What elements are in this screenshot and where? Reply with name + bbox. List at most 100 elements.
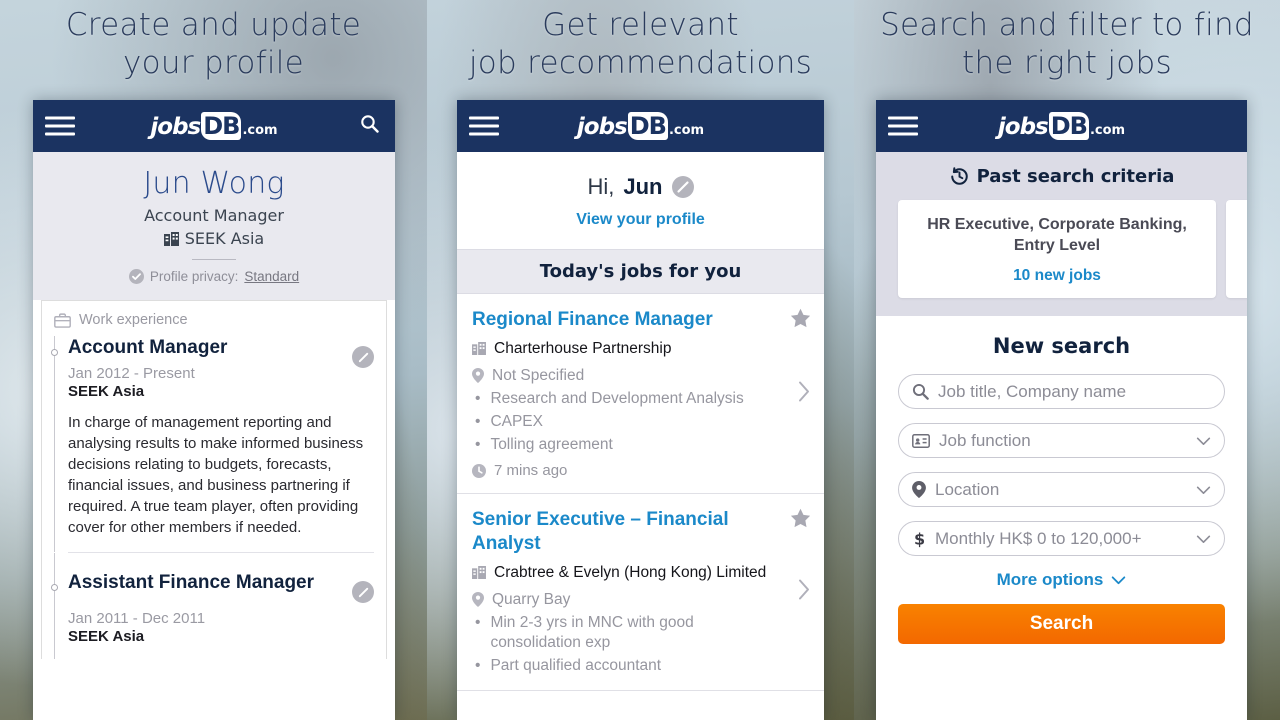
- job-bullet: • Research and Development Analysis: [472, 389, 784, 409]
- experience-dates: Jan 2011 - Dec 2011: [68, 610, 206, 627]
- search-select-job-function-placeholder: Job function: [939, 430, 1031, 450]
- timeline-dot: [51, 349, 58, 356]
- history-clock-icon: [949, 166, 970, 187]
- jobsdb-logo: jobs DB .com: [150, 112, 278, 140]
- hamburger-menu-icon[interactable]: [45, 112, 75, 141]
- logo-text-db: DB: [627, 112, 668, 140]
- search-button[interactable]: Search: [898, 604, 1225, 644]
- logo-text-jobs: jobs: [997, 114, 1049, 140]
- job-function-icon: [912, 433, 930, 448]
- app-navbar: jobs DB .com: [457, 100, 824, 152]
- panel-heading-2: Get relevant job recommendations: [427, 6, 854, 82]
- chevron-right-icon[interactable]: [797, 579, 811, 606]
- bullet-dot: •: [475, 413, 481, 430]
- profile-privacy[interactable]: Profile privacy: Standard: [43, 269, 385, 284]
- chevron-down-icon[interactable]: [1196, 529, 1211, 549]
- experience-description: In charge of management reporting and an…: [68, 414, 364, 536]
- panel-heading-1: Create and update your profile: [0, 6, 427, 82]
- job-location: Not Specified: [492, 367, 585, 384]
- job-title[interactable]: Senior Executive – Financial Analyst: [472, 508, 784, 556]
- new-search-title: New search: [992, 334, 1131, 358]
- more-options-label: More options: [996, 570, 1104, 589]
- logo-text-db: DB: [1048, 112, 1089, 140]
- promo-panel-search: Search and filter to find the right jobs…: [854, 0, 1280, 720]
- job-card[interactable]: Regional Finance Manager Charterhouse Pa…: [457, 294, 824, 494]
- panel-heading-3-line1: Search and filter to find: [880, 7, 1254, 43]
- chevron-right-icon[interactable]: [797, 380, 811, 407]
- past-search-card-list: HR Executive, Corporate Banking, Entry L…: [876, 200, 1247, 298]
- profile-name: Jun Wong: [143, 166, 285, 201]
- panel-heading-2-line2: job recommendations: [468, 45, 813, 81]
- profile-company-name: SEEK Asia: [184, 229, 265, 248]
- search-input-keyword[interactable]: Job title, Company name: [898, 374, 1225, 409]
- greeting-block: Hi, Jun View your profile: [457, 152, 824, 249]
- search-icon: [912, 383, 929, 400]
- profile-header: Jun Wong Account Manager SEEK Asia Profi: [33, 152, 395, 300]
- past-search-title: Past search criteria: [976, 166, 1175, 187]
- save-job-star-icon[interactable]: [790, 508, 811, 533]
- view-profile-link[interactable]: View your profile: [467, 211, 814, 229]
- app-navbar: jobs DB .com: [876, 100, 1247, 152]
- past-search-section: Past search criteria HR Executive, Corpo…: [876, 152, 1247, 316]
- experience-title: Assistant Finance Manager: [68, 572, 315, 593]
- panel-heading-2-line1: Get relevant: [542, 7, 739, 43]
- greeting-name: Jun: [623, 174, 663, 199]
- job-bullet-text: Tolling agreement: [490, 436, 613, 453]
- save-job-star-icon[interactable]: [790, 308, 811, 333]
- panel-heading-1-line2: your profile: [122, 45, 305, 81]
- promo-panel-profile: Create and update your profile jobs DB .co…: [0, 0, 427, 720]
- briefcase-icon: [54, 312, 71, 328]
- past-search-new-jobs-link[interactable]: 10 new jobs: [910, 267, 1204, 285]
- logo-text-com: .com: [1089, 123, 1126, 138]
- job-card[interactable]: Senior Executive – Financial Analyst Cra…: [457, 494, 824, 691]
- edit-profile-button[interactable]: [671, 176, 694, 198]
- job-company-row: Charterhouse Partnership: [472, 339, 784, 359]
- hamburger-menu-icon[interactable]: [888, 112, 918, 141]
- location-pin-icon: [912, 481, 926, 498]
- profile-divider: [192, 259, 236, 260]
- job-location: Quarry Bay: [492, 591, 571, 608]
- chevron-down-icon: [1111, 575, 1126, 585]
- location-pin-icon: [472, 368, 484, 383]
- experience-item: Account Manager Jan 2012 - Present SEEK …: [42, 336, 386, 552]
- phone-mockup-profile: jobs DB .com Jun Wong Account Manager SEEK…: [33, 100, 395, 720]
- todays-jobs-header: Today's jobs for you: [457, 249, 824, 294]
- past-search-criteria-text: HR Executive, Corporate Banking, Entry L…: [927, 216, 1187, 254]
- chevron-down-icon[interactable]: [1196, 431, 1211, 451]
- job-company: Charterhouse Partnership: [494, 340, 672, 357]
- search-select-salary-placeholder: Monthly HK$ 0 to 120,000+: [935, 528, 1142, 548]
- hamburger-menu-icon[interactable]: [469, 112, 499, 141]
- more-options-toggle[interactable]: More options: [876, 570, 1247, 590]
- logo-text-com: .com: [668, 123, 705, 138]
- search-icon[interactable]: [360, 114, 379, 138]
- profile-screen: Jun Wong Account Manager SEEK Asia Profi: [33, 152, 395, 720]
- phone-mockup-search: jobs DB .com Past search criteria HR Execu…: [876, 100, 1247, 720]
- search-select-job-function[interactable]: Job function: [898, 423, 1225, 458]
- edit-experience-button[interactable]: [352, 581, 374, 603]
- check-circle-icon: [128, 269, 144, 284]
- job-company: Crabtree & Evelyn (Hong Kong) Limited: [494, 564, 767, 581]
- job-bullet: • CAPEX: [472, 412, 784, 432]
- search-select-salary[interactable]: $ Monthly HK$ 0 to 120,000+: [898, 521, 1225, 556]
- past-search-card-next[interactable]: [1226, 200, 1247, 298]
- promo-panel-recommendations: Get relevant job recommendations jobs DB.…: [427, 0, 854, 720]
- edit-experience-button[interactable]: [352, 346, 374, 368]
- job-bullet-text: Min 2-3 yrs in MNC with good consolidati…: [490, 614, 694, 651]
- job-title[interactable]: Regional Finance Manager: [472, 308, 784, 332]
- experience-item: Assistant Finance Manager Jan 2011 - Dec…: [42, 553, 386, 659]
- promo-screenshot: Create and update your profile jobs DB .co…: [0, 0, 1280, 720]
- past-search-card[interactable]: HR Executive, Corporate Banking, Entry L…: [898, 200, 1216, 298]
- profile-privacy-value[interactable]: Standard: [244, 269, 299, 284]
- search-select-location[interactable]: Location: [898, 472, 1225, 507]
- timeline-dot: [51, 584, 58, 591]
- greeting-prefix: Hi,: [587, 174, 615, 199]
- chevron-down-icon[interactable]: [1196, 480, 1211, 500]
- job-location-row: Not Specified: [472, 366, 784, 386]
- logo-text-jobs: jobs: [150, 114, 201, 140]
- company-building-icon: [472, 566, 486, 579]
- profile-role: Account Manager: [144, 206, 284, 225]
- job-posted-time: 7 mins ago: [494, 462, 568, 479]
- company-building-icon: [472, 342, 486, 355]
- phone-mockup-recommendations: jobs DB .com Hi, Jun View your profile Tod…: [457, 100, 824, 720]
- panel-heading-3: Search and filter to find the right jobs: [854, 6, 1280, 82]
